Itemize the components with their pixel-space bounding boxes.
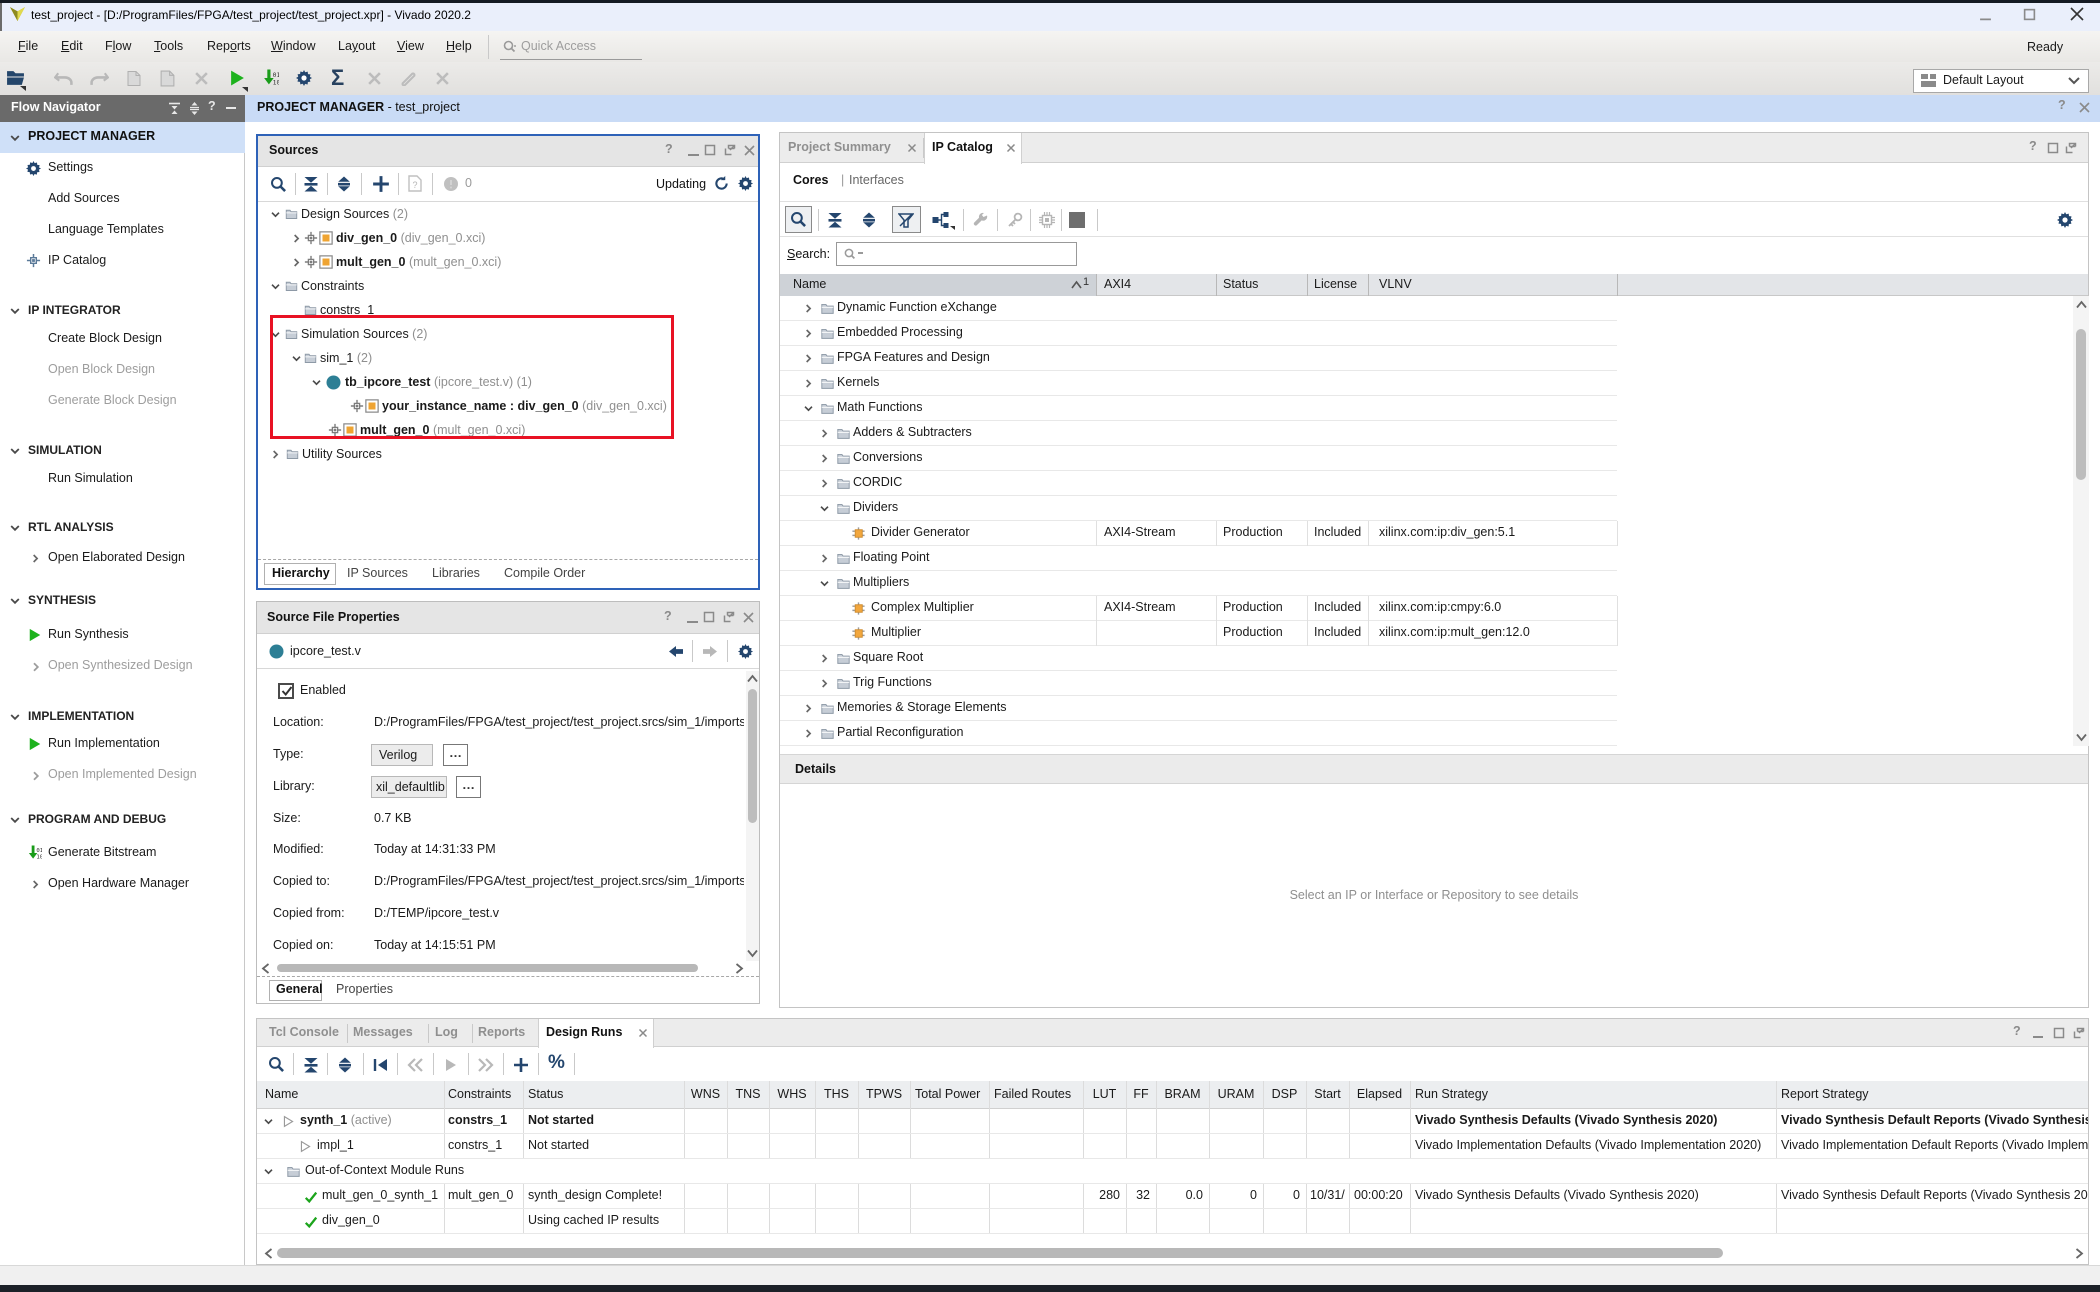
svg-text:?: ? <box>412 180 417 190</box>
